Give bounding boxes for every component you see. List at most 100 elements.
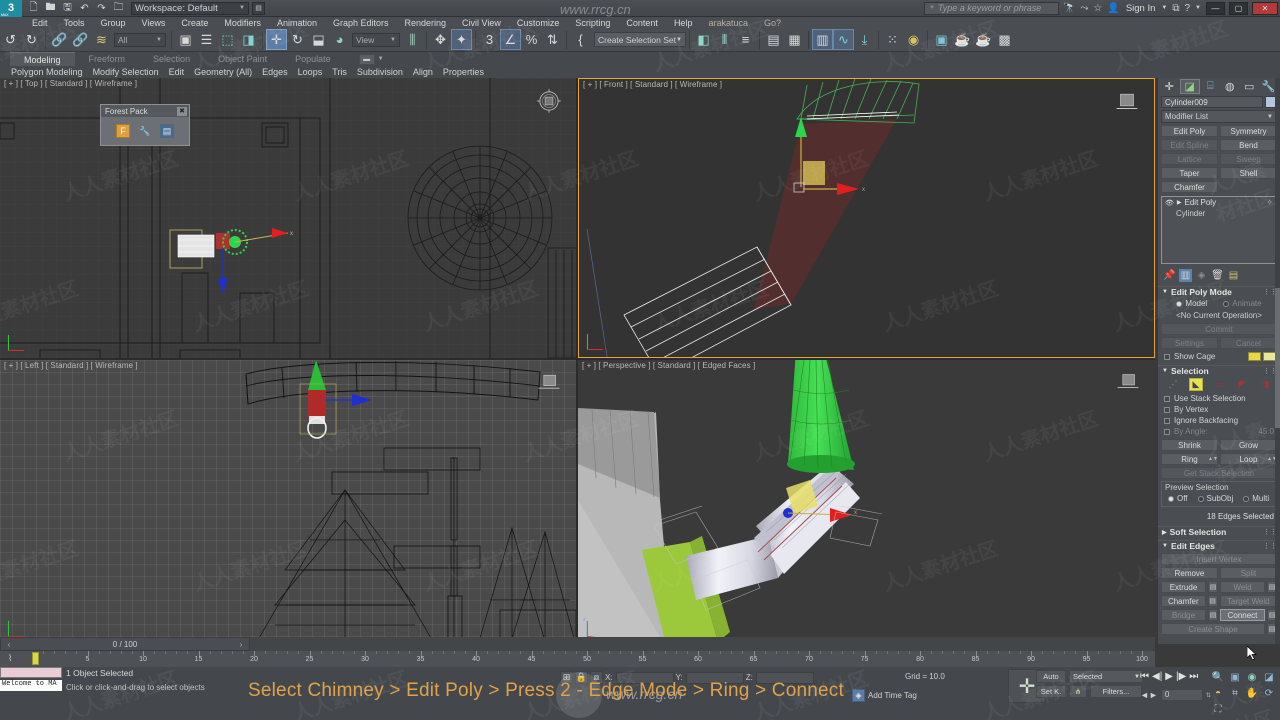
next-frame-icon[interactable]: |▶ (1176, 671, 1186, 682)
key-filter-icon[interactable]: ⌇ (8, 653, 12, 664)
modifier-button-sweep[interactable]: Sweep (1220, 153, 1277, 165)
undo-icon[interactable]: ↺ (0, 29, 21, 50)
cage-color-swatch-1[interactable] (1248, 352, 1261, 361)
render-grid-icon[interactable]: ▩ (994, 29, 1015, 50)
redo-icon[interactable]: ↷ (94, 1, 109, 15)
placement-icon[interactable]: ◕ (329, 29, 350, 50)
keyboard-shortcut-icon[interactable]: ✦ (451, 29, 472, 50)
preview-subobj-radio[interactable]: SubObj (1197, 494, 1233, 503)
create-tab[interactable]: ✛ (1160, 79, 1179, 94)
ribbon-panel-edges[interactable]: Edges (257, 67, 293, 77)
time-tag-icon[interactable]: ◈ (852, 689, 865, 702)
view-cube-icon[interactable] (536, 370, 562, 396)
split-button[interactable]: Split (1220, 567, 1277, 579)
modifier-button-bend[interactable]: Bend (1220, 139, 1277, 151)
prev-frame-icon[interactable]: ◀| (1152, 671, 1162, 682)
forest-library-icon[interactable]: ▤ (160, 124, 174, 138)
app-logo-icon[interactable]: 3 MAX (0, 0, 22, 17)
sign-in-button[interactable]: Sign In (1124, 3, 1158, 14)
menu-item-scripting[interactable]: Scripting (567, 18, 618, 28)
field-of-view-icon[interactable]: ◓ (1210, 686, 1226, 701)
loop-button[interactable]: Loop ▲▼ (1220, 453, 1277, 465)
create-shape-button[interactable]: Create Shape (1161, 623, 1265, 635)
checkbox-icon[interactable] (1164, 428, 1170, 435)
target-weld-button[interactable]: Target Weld (1219, 595, 1277, 607)
curve-editor-icon[interactable]: ▥ (812, 29, 833, 50)
zoom-icon[interactable]: 🔍 (1210, 670, 1226, 685)
viewport-perspective[interactable]: x [ + ] [ Perspective ] [ Standard ] [ E… (578, 360, 1155, 644)
minimize-button[interactable]: — (1206, 1, 1225, 15)
modifier-button-chamfer[interactable]: Chamfer (1161, 181, 1218, 193)
ribbon-panel-tris[interactable]: Tris (327, 67, 352, 77)
mirror-icon[interactable]: ◧ (693, 29, 714, 50)
key-mode-icon[interactable]: ◄► (1140, 690, 1158, 700)
layer-explorer-icon[interactable]: ≡ (735, 29, 756, 50)
ignore-backfacing-row[interactable]: Ignore Backfacing (1158, 415, 1280, 426)
align-icon[interactable]: ⫴ (714, 29, 735, 50)
ribbon-panel-polygon-modeling[interactable]: Polygon Modeling (6, 67, 88, 77)
render-production-icon[interactable]: ☕ (973, 29, 994, 50)
modify-tab[interactable]: ◪ (1179, 79, 1200, 94)
ring-button[interactable]: Ring ▲▼ (1161, 453, 1218, 465)
new-file-icon[interactable]: 🗋 (26, 1, 41, 15)
scrollbar-thumb[interactable] (1275, 288, 1280, 428)
weld-button[interactable]: Weld (1220, 581, 1265, 593)
star-icon[interactable]: ☆ (1092, 3, 1103, 14)
undo-icon[interactable]: ↶ (77, 1, 92, 15)
forest-pack-title-bar[interactable]: Forest Pack ✖ (101, 105, 189, 117)
create-selection-set-input[interactable]: Create Selection Set ▼ (594, 32, 686, 47)
extrude-button[interactable]: Extrude (1161, 581, 1206, 593)
remove-modifier-icon[interactable]: 🗑 (1211, 269, 1224, 282)
select-move-icon[interactable]: ✛ (266, 29, 287, 50)
workspace-options-button[interactable]: ▤ (252, 1, 265, 15)
by-vertex-row[interactable]: By Vertex (1158, 404, 1280, 415)
viewport-top[interactable]: x [ + ] [ Top ] [ Standard ] [ Wireframe… (0, 78, 576, 358)
zoom-region-icon[interactable]: ◪ (1261, 670, 1277, 685)
menu-item-edit[interactable]: Edit (24, 18, 56, 28)
modifier-button-taper[interactable]: Taper (1161, 167, 1218, 179)
use-stack-selection-row[interactable]: Use Stack Selection (1158, 393, 1280, 404)
menu-item-create[interactable]: Create (173, 18, 216, 28)
ribbon-panel-subdivision[interactable]: Subdivision (352, 67, 408, 77)
modifier-button-shell[interactable]: Shell (1220, 167, 1277, 179)
ribbon-panel-edit[interactable]: Edit (164, 67, 190, 77)
rollup-header[interactable]: ▶ Soft Selection ⋮⋮ (1158, 526, 1280, 537)
modifier-button-lattice[interactable]: Lattice (1161, 153, 1218, 165)
command-panel-scrollbar[interactable] (1275, 78, 1280, 644)
stack-item-edit-poly[interactable]: 👁 ▶ Edit Poly ✧ (1162, 197, 1276, 208)
rollup-header[interactable]: ▼ Selection ⋮⋮ (1158, 365, 1280, 376)
ribbon-tab-selection[interactable]: Selection (139, 52, 204, 66)
shrink-button[interactable]: Shrink (1161, 439, 1218, 451)
select-scale-icon[interactable]: ⬓ (308, 29, 329, 50)
snap-toggle-icon[interactable]: 3 (479, 29, 500, 50)
ribbon-tab-freeform[interactable]: Freeform (75, 52, 140, 66)
bridge-button[interactable]: Bridge (1161, 609, 1206, 621)
preview-multi-radio[interactable]: Multi (1243, 494, 1269, 503)
maximize-viewport-icon[interactable]: ⛶ (1210, 702, 1226, 717)
polygon-icon[interactable]: ◤ (1235, 378, 1249, 391)
add-time-tag[interactable]: ◈ Add Time Tag (852, 689, 917, 702)
selection-filter-dropdown[interactable]: All ▼ (114, 32, 166, 47)
zoom-all-icon[interactable]: ▣ (1227, 670, 1243, 685)
open-file-icon[interactable]: 🖿 (43, 1, 58, 15)
pan-icon[interactable]: ✋ (1244, 686, 1260, 701)
key-mode-toggle-icon[interactable]: ⋔ (1069, 685, 1087, 698)
view-cube-icon[interactable] (1114, 89, 1140, 115)
current-frame-input[interactable]: 0 (1160, 689, 1203, 701)
object-name-input[interactable]: Cylinder009 (1161, 95, 1263, 108)
orbit-icon[interactable]: ⟳ (1261, 686, 1277, 701)
project-icon[interactable]: 🗀 (111, 1, 126, 15)
extrude-settings-icon[interactable]: ▤ (1208, 581, 1218, 593)
bridge-settings-icon[interactable]: ▤ (1208, 609, 1218, 621)
chevron-down-icon[interactable]: ▼ (1160, 5, 1168, 11)
percent-snap-icon[interactable]: % (521, 29, 542, 50)
render-setup-icon[interactable]: ▣ (931, 29, 952, 50)
forest-tools-icon[interactable]: 🔧 (138, 124, 152, 138)
menu-item-modifiers[interactable]: Modifiers (216, 18, 269, 28)
unlink-icon[interactable]: 🔗 (70, 29, 91, 50)
menu-item-views[interactable]: Views (134, 18, 174, 28)
edge-icon[interactable]: ◣ (1189, 378, 1203, 391)
viewport-front[interactable]: x [ + ] [ Front ] [ Standard ] [ Wirefra… (578, 78, 1155, 358)
cancel-button[interactable]: Cancel (1220, 337, 1277, 349)
menu-item-customize[interactable]: Customize (509, 18, 568, 28)
